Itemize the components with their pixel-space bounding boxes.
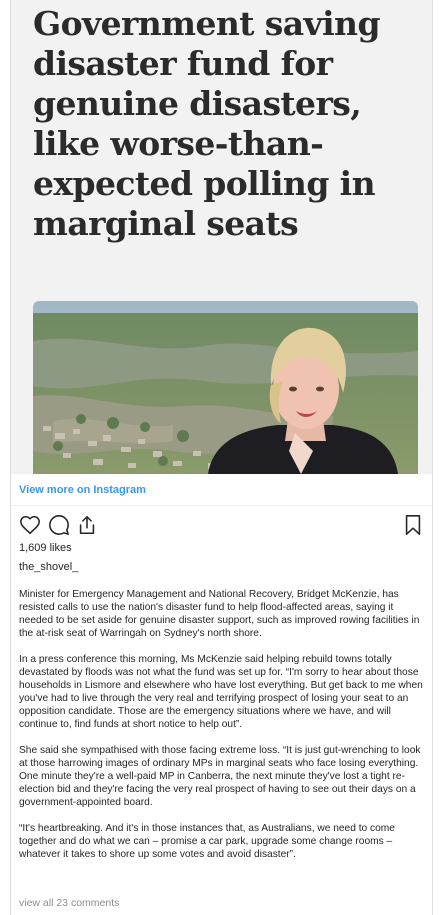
view-more-link[interactable]: View more on Instagram: [19, 484, 146, 496]
username[interactable]: the_shovel_: [19, 561, 78, 573]
headline: Government saving disaster fund for genu…: [33, 4, 381, 243]
caption-paragraph: Minister for Emergency Management and Na…: [19, 589, 420, 639]
caption-paragraph: She said she sympathised with those faci…: [19, 745, 421, 808]
heart-icon[interactable]: [19, 514, 41, 536]
caption: Minister for Emergency Management and Na…: [19, 588, 427, 874]
action-bar: [19, 514, 424, 538]
bookmark-icon[interactable]: [402, 514, 424, 536]
share-icon[interactable]: [76, 514, 98, 536]
instagram-embed-card: Government saving disaster fund for genu…: [10, 0, 433, 915]
view-all-comments-link[interactable]: view all 23 comments: [19, 897, 119, 909]
divider: [11, 505, 432, 506]
news-photo: [33, 301, 418, 474]
caption-paragraph: In a press conference this morning, Ms M…: [19, 654, 423, 730]
caption-paragraph: “It's heartbreaking. And it's in those i…: [19, 823, 395, 860]
comment-icon[interactable]: [48, 514, 70, 536]
post-image[interactable]: Government saving disaster fund for genu…: [11, 0, 432, 474]
like-count[interactable]: 1,609 likes: [19, 542, 72, 554]
